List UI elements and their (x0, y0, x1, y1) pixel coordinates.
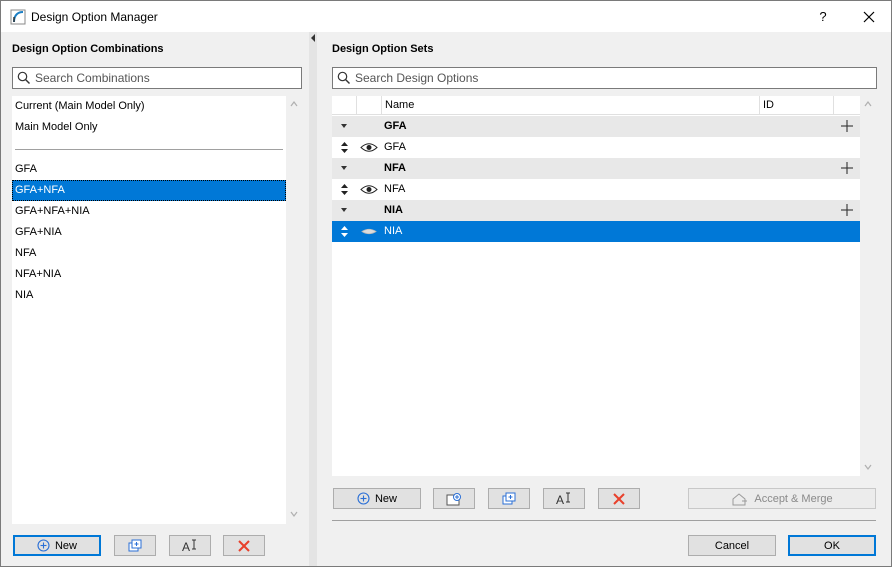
add-circle-icon (357, 492, 370, 505)
search-combinations-input[interactable] (35, 70, 295, 86)
combinations-pane: Design Option Combinations Current (Main… (1, 32, 308, 566)
footer-divider (332, 520, 876, 521)
reorder-icon[interactable] (341, 142, 348, 153)
add-option-icon[interactable] (840, 203, 854, 217)
new-option-set-button[interactable]: New (333, 488, 421, 509)
option-sets-pane: Design Option Sets Name ID GFA (317, 32, 891, 566)
option-set-row-gfa[interactable]: GFA (332, 116, 860, 137)
archicad-app-icon (10, 9, 26, 25)
accept-merge-button[interactable]: Accept & Merge (688, 488, 876, 509)
hidden-eye-icon[interactable] (360, 226, 378, 237)
rename-icon: A (556, 492, 570, 506)
actions-column-header (833, 96, 860, 115)
name-column-header[interactable]: Name (381, 96, 759, 115)
close-icon (863, 11, 875, 23)
search-icon (17, 71, 31, 85)
combination-item[interactable]: GFA+NIA (12, 222, 286, 243)
combination-item[interactable]: GFA (12, 159, 286, 180)
rename-icon: A (182, 539, 196, 553)
id-column-header[interactable]: ID (759, 96, 833, 115)
combinations-list: Current (Main Model Only) Main Model Onl… (12, 96, 286, 524)
duplicate-icon (502, 492, 516, 504)
combinations-heading: Design Option Combinations (12, 43, 164, 55)
add-option-icon[interactable] (840, 119, 854, 133)
delete-option-button[interactable] (598, 488, 640, 509)
combinations-scrollbar[interactable] (286, 96, 302, 524)
option-set-name: NFA (384, 162, 406, 174)
duplicate-icon (128, 539, 142, 551)
visibility-eye-icon[interactable] (360, 184, 378, 195)
combination-item-current[interactable]: Current (Main Model Only) (12, 96, 286, 117)
combination-item[interactable]: NFA (12, 243, 286, 264)
svg-text:A: A (556, 493, 564, 506)
duplicate-combination-button[interactable] (114, 535, 156, 556)
scroll-down-icon (290, 511, 298, 517)
new-option-set-label: New (374, 492, 397, 505)
ok-button[interactable]: OK (788, 535, 876, 556)
dialog-window: Design Option Manager ? Design Option Co… (0, 0, 892, 567)
search-design-options-box[interactable] (332, 67, 877, 89)
option-name: NFA (384, 183, 406, 195)
duplicate-option-button[interactable] (488, 488, 530, 509)
visibility-eye-icon[interactable] (360, 142, 378, 153)
collapse-left-icon[interactable] (311, 34, 315, 42)
pane-splitter[interactable] (309, 32, 317, 566)
svg-text:A: A (182, 540, 190, 553)
merge-house-icon (732, 492, 748, 505)
option-row-gfa[interactable]: GFA (332, 137, 860, 158)
add-circle-icon (37, 539, 50, 552)
help-button[interactable]: ? (813, 7, 833, 27)
collapse-arrow-icon[interactable] (341, 208, 347, 212)
option-name: GFA (384, 141, 407, 153)
scroll-up-icon (290, 101, 298, 107)
rename-combination-button[interactable]: A (169, 535, 211, 556)
option-sets-table: Name ID GFA GFA NFA NFA NIA NIA (332, 96, 860, 476)
visibility-column-header (356, 96, 381, 115)
scroll-down-icon (864, 464, 872, 470)
scroll-up-icon (864, 101, 872, 107)
close-window-button[interactable] (857, 5, 881, 29)
option-name: NIA (384, 225, 403, 237)
option-set-row-nfa[interactable]: NFA (332, 158, 860, 179)
table-header: Name ID (332, 96, 860, 115)
option-row-nfa[interactable]: NFA (332, 179, 860, 200)
window-title: Design Option Manager (31, 10, 158, 24)
option-sets-scrollbar[interactable] (860, 96, 876, 476)
option-sets-heading: Design Option Sets (332, 43, 434, 55)
new-combination-label: New (54, 539, 77, 552)
combination-item-selected[interactable]: GFA+NFA (12, 180, 286, 201)
search-icon (337, 71, 351, 85)
option-set-name: NIA (384, 204, 403, 216)
delete-icon (613, 492, 625, 505)
add-folder-icon (446, 492, 461, 505)
list-divider (15, 149, 283, 150)
delete-icon (238, 539, 250, 552)
combination-item-main-model[interactable]: Main Model Only (12, 117, 286, 138)
add-option-icon[interactable] (840, 161, 854, 175)
accept-merge-label: Accept & Merge (754, 492, 833, 505)
option-row-nia-selected[interactable]: NIA (332, 221, 860, 242)
collapse-arrow-icon[interactable] (341, 166, 347, 170)
add-option-button[interactable] (433, 488, 475, 509)
title-bar: Design Option Manager ? (1, 1, 891, 32)
reorder-icon[interactable] (341, 184, 348, 195)
option-set-row-nia[interactable]: NIA (332, 200, 860, 221)
combination-item[interactable]: NFA+NIA (12, 264, 286, 285)
reorder-icon[interactable] (341, 226, 348, 237)
new-combination-button[interactable]: New (13, 535, 101, 556)
cancel-button[interactable]: Cancel (688, 535, 776, 556)
search-design-options-input[interactable] (355, 70, 870, 86)
rename-option-button[interactable]: A (543, 488, 585, 509)
combination-item[interactable]: GFA+NFA+NIA (12, 201, 286, 222)
collapse-arrow-icon[interactable] (341, 124, 347, 128)
search-combinations-box[interactable] (12, 67, 302, 89)
combination-item[interactable]: NIA (12, 285, 286, 306)
delete-combination-button[interactable] (223, 535, 265, 556)
option-set-name: GFA (384, 120, 407, 132)
